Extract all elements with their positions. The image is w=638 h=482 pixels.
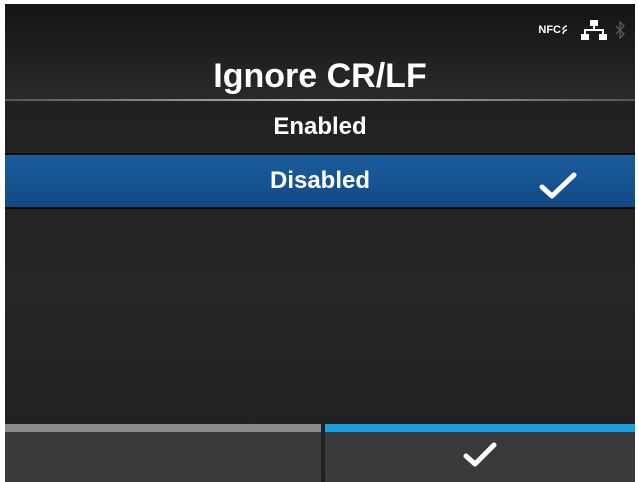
back-button[interactable]: [5, 424, 321, 482]
bluetooth-icon: [615, 21, 625, 39]
settings-panel: NFC Ignore CR/LF Enabled Disabled: [5, 4, 635, 482]
header: NFC Ignore CR/LF: [5, 4, 635, 100]
option-enabled[interactable]: Enabled: [5, 101, 635, 155]
footer: [5, 424, 635, 482]
status-icons: NFC: [538, 20, 625, 40]
option-list: Enabled Disabled: [5, 101, 635, 209]
nfc-label: NFC: [538, 24, 561, 36]
option-label: Disabled: [269, 167, 371, 194]
network-icon: [581, 20, 607, 40]
option-disabled[interactable]: Disabled: [5, 155, 635, 209]
page-title: Ignore CR/LF: [213, 57, 427, 95]
selected-check-icon: [539, 167, 577, 219]
confirm-button[interactable]: [325, 424, 635, 482]
device-screen: NFC Ignore CR/LF Enabled Disabled: [0, 0, 638, 482]
nfc-icon: NFC: [538, 24, 573, 36]
check-icon: [463, 442, 497, 473]
option-label: Enabled: [273, 113, 367, 140]
